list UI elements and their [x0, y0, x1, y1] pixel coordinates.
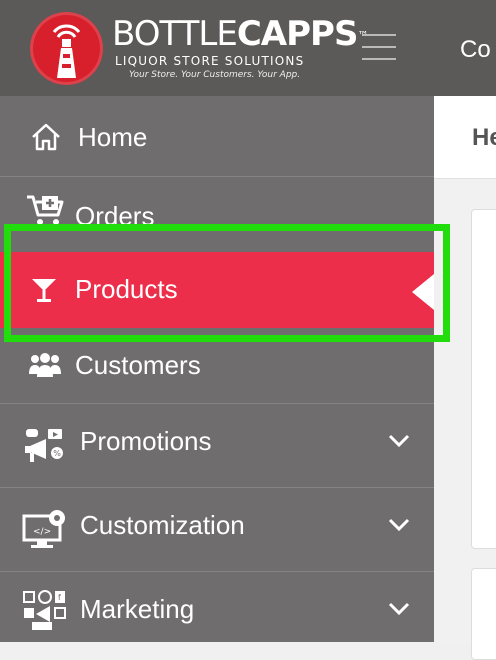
sidebar-item-label: Customization: [80, 510, 245, 540]
megaphone-icon: %: [25, 429, 63, 462]
brand-tagline: LIQUOR STORE SOLUTIONS: [115, 54, 305, 68]
main-content: He: [434, 96, 496, 660]
chevron-down-icon[interactable]: [388, 518, 410, 532]
lighthouse-icon: [52, 24, 81, 78]
chevron-down-icon[interactable]: [388, 434, 410, 448]
brand-slogan: Your Store. Your Customers. Your App.: [129, 70, 301, 80]
marketing-icon: f: [23, 590, 66, 630]
svg-text:%: %: [53, 449, 61, 458]
svg-text:</>: </>: [33, 527, 51, 537]
hamburger-line: [362, 34, 396, 36]
chevron-down-icon[interactable]: [388, 602, 410, 616]
home-icon: [32, 123, 60, 151]
sidebar-item-home[interactable]: Home: [0, 96, 434, 177]
sidebar-item-promotions[interactable]: % Promotions: [0, 404, 434, 488]
cocktail-glass-icon: [32, 279, 56, 302]
sidebar-item-customers[interactable]: Customers: [0, 328, 434, 404]
sidebar-item-label: Customers: [75, 350, 201, 380]
content-card: [471, 209, 496, 549]
sidebar-item-label: Orders: [75, 201, 155, 231]
brand-logo[interactable]: [30, 12, 103, 85]
sidebar-item-customization[interactable]: </> Customization: [0, 488, 434, 572]
hamburger-line: [362, 58, 396, 60]
sidebar-item-label: Promotions: [80, 426, 212, 456]
sidebar-item-label: Products: [75, 274, 178, 304]
users-icon: [29, 353, 61, 377]
sidebar-item-label: Home: [78, 122, 148, 152]
page-header: He: [434, 96, 496, 179]
top-header: BOTTLECAPPS™ LIQUOR STORE SOLUTIONS Your…: [0, 0, 496, 96]
sidebar-item-products[interactable]: Products: [0, 252, 434, 328]
sidebar-item-label: Marketing: [80, 594, 195, 624]
page-title: He: [472, 124, 496, 151]
hamburger-line: [362, 46, 396, 48]
menu-toggle-button[interactable]: [362, 34, 396, 60]
content-card: [471, 568, 496, 660]
brand-name: BOTTLECAPPS™: [112, 14, 368, 54]
svg-text:f: f: [58, 593, 61, 602]
sidebar-item-marketing[interactable]: f Marketing: [0, 572, 434, 642]
cart-plus-icon: [27, 195, 64, 225]
monitor-gear-icon: </>: [22, 510, 65, 548]
sidebar-item-orders[interactable]: Orders: [0, 177, 434, 254]
sidebar-nav: Home Orders Products Customers % Promoti…: [0, 96, 434, 642]
header-title: Co: [460, 36, 491, 63]
active-indicator: [412, 274, 434, 310]
